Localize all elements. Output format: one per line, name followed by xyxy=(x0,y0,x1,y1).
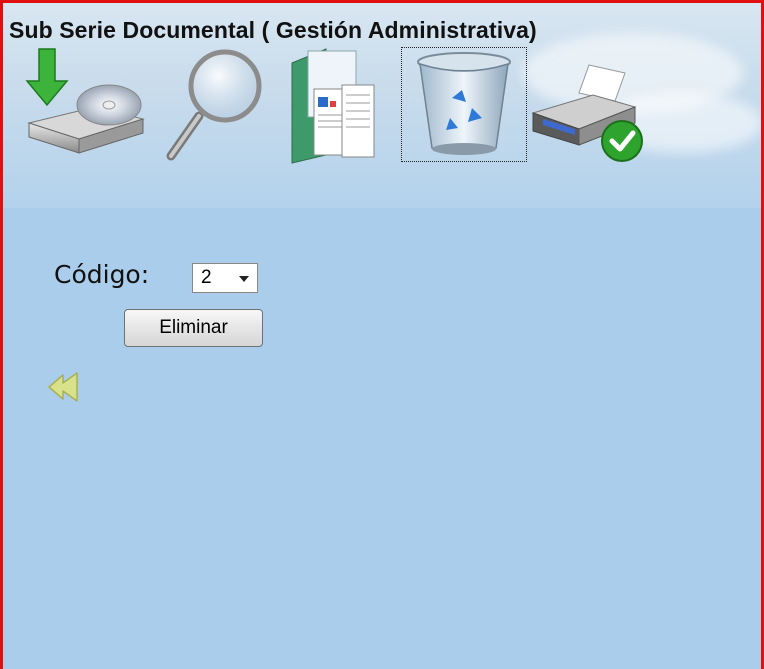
codigo-select-value: 2 xyxy=(201,267,212,288)
page-frame: Sub Serie Documental ( Gestión Administr… xyxy=(0,0,764,669)
report-documents-icon[interactable] xyxy=(286,45,381,165)
toolbar xyxy=(3,43,761,165)
chevron-down-icon xyxy=(239,276,249,282)
form-area: Código: 2 Eliminar xyxy=(3,208,761,669)
codigo-select[interactable]: 2 xyxy=(192,263,258,293)
save-disk-icon[interactable] xyxy=(25,45,147,160)
printer-check-icon[interactable] xyxy=(529,61,647,163)
header-banner: Sub Serie Documental ( Gestión Administr… xyxy=(3,3,761,208)
search-magnifier-icon[interactable] xyxy=(163,48,268,163)
page-title: Sub Serie Documental ( Gestión Administr… xyxy=(9,17,537,43)
double-left-arrow-icon[interactable] xyxy=(47,371,81,407)
recycle-bin-icon[interactable] xyxy=(401,47,527,162)
eliminar-button[interactable]: Eliminar xyxy=(124,309,263,347)
codigo-label: Código: xyxy=(54,260,150,289)
